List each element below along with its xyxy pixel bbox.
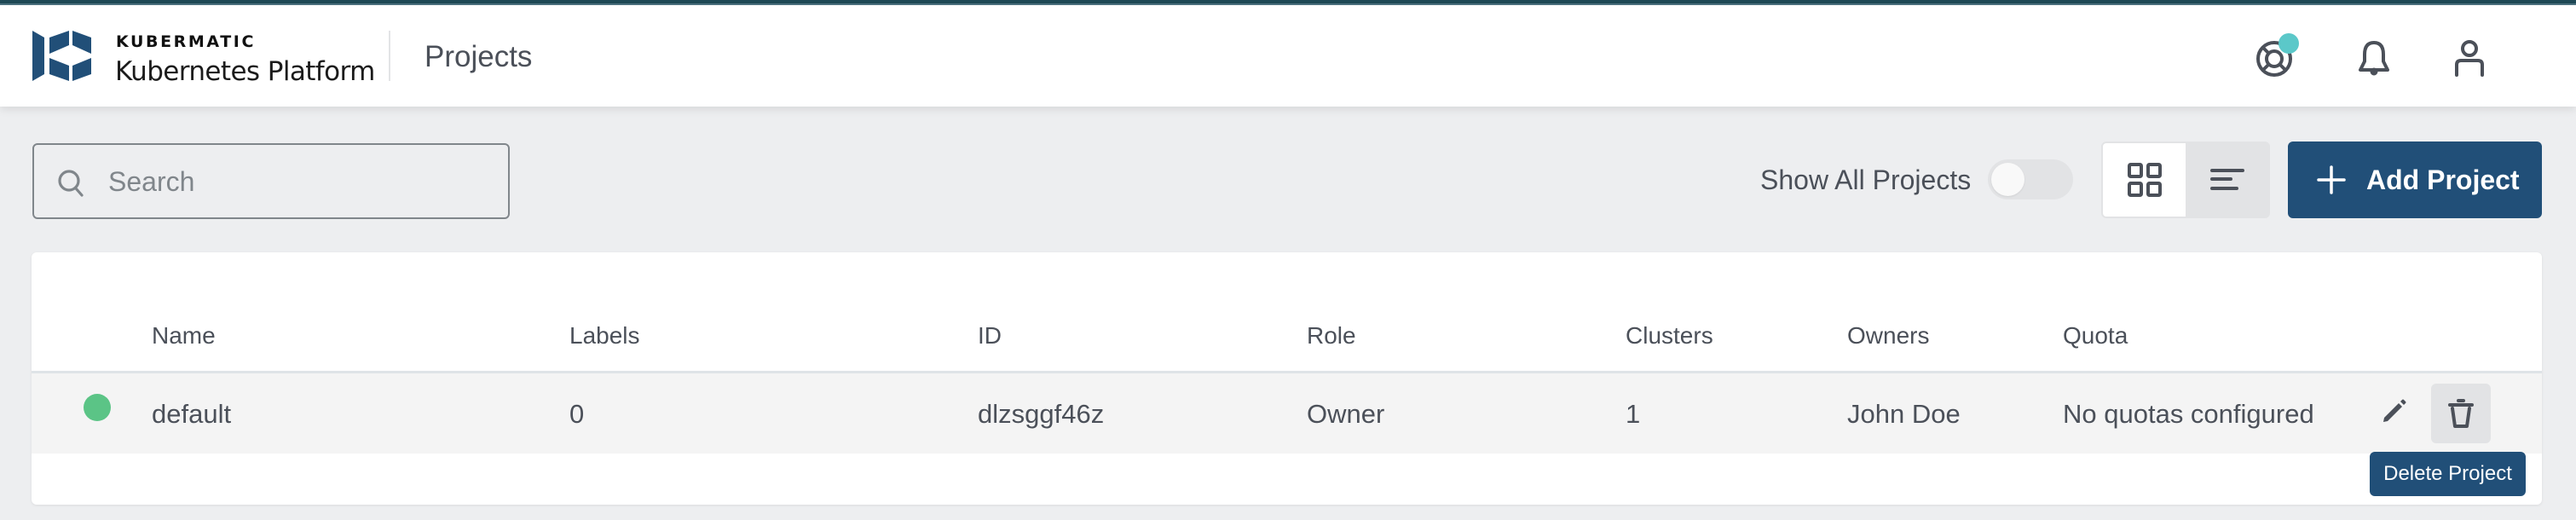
list-view-button[interactable]: [2186, 143, 2268, 217]
cell-id: dlzsggf46z: [978, 399, 1105, 429]
trash-icon: [2448, 399, 2474, 428]
user-icon: [2455, 40, 2484, 77]
toggle-knob: [1991, 163, 2024, 196]
column-header-owners: Owners: [1847, 322, 1930, 349]
column-header-quota: Quota: [2063, 322, 2128, 349]
delete-project-button[interactable]: [2431, 384, 2491, 443]
notifications-button[interactable]: [2352, 36, 2396, 80]
column-header-name[interactable]: Name: [152, 322, 216, 350]
delete-project-tooltip: Delete Project: [2370, 452, 2526, 496]
projects-table: Name Labels ID Role Clusters Owners Quot…: [32, 252, 2542, 505]
search-field[interactable]: [32, 143, 510, 219]
brand-subtitle: Kubernetes Platform: [115, 56, 375, 87]
bell-icon: [2359, 41, 2389, 76]
show-all-projects-toggle[interactable]: [1988, 159, 2073, 199]
column-header-id: ID: [978, 322, 1002, 349]
add-project-button[interactable]: Add Project: [2288, 142, 2542, 218]
cell-labels: 0: [569, 399, 585, 429]
app-header: KUBERMATIC Kubernetes Platform Projects: [0, 5, 2576, 107]
header-divider: [389, 31, 390, 81]
cell-owners: John Doe: [1847, 399, 1961, 429]
user-menu-button[interactable]: [2447, 36, 2492, 80]
grid-view-button[interactable]: [2103, 143, 2186, 217]
view-mode-toggle: [2101, 142, 2270, 218]
table-row[interactable]: default 0 dlzsggf46z Owner 1 John Doe No…: [32, 373, 2542, 454]
help-notification-badge: [2279, 33, 2299, 54]
pencil-icon: [2383, 399, 2406, 422]
cell-quota: No quotas configured: [2063, 399, 2314, 429]
kubermatic-logo-icon[interactable]: [26, 17, 111, 94]
add-project-label: Add Project: [2366, 164, 2520, 195]
column-header-labels: Labels: [569, 322, 640, 349]
page-title: Projects: [425, 40, 533, 73]
cell-clusters: 1: [1626, 399, 1641, 429]
plus-icon: [2317, 165, 2346, 194]
list-icon: [2209, 169, 2244, 190]
cell-name: default: [152, 399, 232, 429]
grid-icon: [2127, 163, 2162, 197]
search-icon: [58, 170, 84, 197]
search-input[interactable]: [108, 162, 483, 201]
status-indicator: [84, 394, 111, 421]
column-header-role: Role: [1307, 322, 1356, 349]
column-header-clusters: Clusters: [1626, 322, 1713, 349]
edit-project-button[interactable]: [2376, 392, 2413, 430]
brand-name: KUBERMATIC: [116, 32, 257, 51]
cell-role: Owner: [1307, 399, 1385, 429]
show-all-projects-label: Show All Projects: [1760, 165, 1972, 195]
